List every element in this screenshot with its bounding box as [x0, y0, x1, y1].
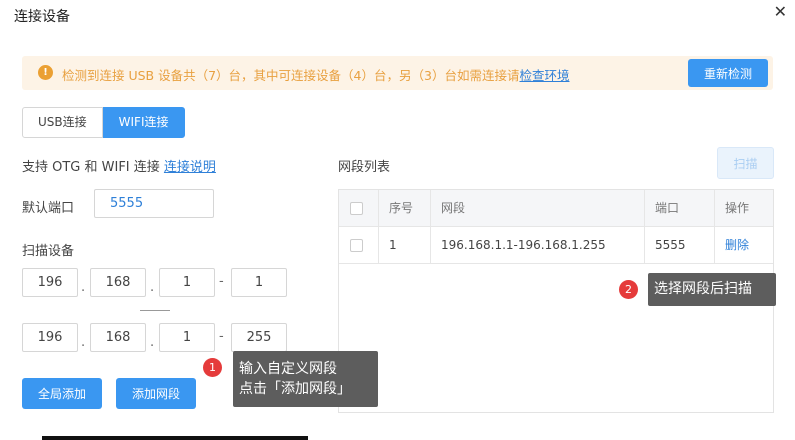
port-label: 默认端口 [22, 201, 75, 216]
row-checkbox[interactable] [350, 239, 363, 252]
tab-usb[interactable]: USB连接 [22, 107, 103, 138]
bottom-edge-bar [42, 436, 308, 440]
header-action: 操作 [725, 201, 750, 215]
header-segment: 网段 [441, 201, 466, 215]
column-divider [714, 190, 715, 264]
ip-dot: . [150, 335, 155, 350]
scan-device-label: 扫描设备 [22, 244, 75, 259]
range-divider [140, 310, 170, 311]
segment-list-title: 网段列表 [338, 160, 391, 175]
tab-wifi[interactable]: WIFI连接 [102, 107, 185, 138]
row-select-cell [339, 227, 379, 264]
table-header-row: 序号 网段 端口 操作 [339, 190, 773, 227]
tip-badge-2: 2 [619, 280, 638, 299]
end-ip-octet-1[interactable]: 196 [22, 323, 78, 352]
warning-banner: ! 检测到连接 USB 设备共（7）台，其中可连接设备（4）台，另（3）台如需连… [22, 56, 773, 90]
ip-dash: - [219, 274, 224, 289]
column-divider [430, 190, 431, 264]
tooltip-add-segment: 输入自定义网段 点击「添加网段」 [233, 351, 378, 407]
scan-button[interactable]: 扫描 [717, 147, 774, 179]
header-index: 序号 [389, 201, 414, 215]
start-ip-octet-3[interactable]: 1 [159, 268, 215, 297]
ip-dot: . [81, 335, 86, 350]
close-icon[interactable]: ✕ [774, 2, 787, 21]
row-port: 5555 [655, 238, 686, 252]
ip-dot: . [81, 280, 86, 295]
start-ip-octet-4[interactable]: 1 [231, 268, 287, 297]
end-ip-octet-2[interactable]: 168 [90, 323, 146, 352]
recheck-button[interactable]: 重新检测 [688, 59, 768, 87]
support-text: 支持 OTG 和 WIFI 连接 [22, 160, 164, 175]
row-index: 1 [389, 238, 397, 252]
select-all-cell [339, 190, 379, 227]
select-all-checkbox[interactable] [350, 202, 363, 215]
end-ip-octet-3[interactable]: 1 [159, 323, 215, 352]
support-line: 支持 OTG 和 WIFI 连接 连接说明 [22, 156, 216, 175]
connection-guide-link[interactable]: 连接说明 [164, 160, 216, 175]
tooltip-line-2: 点击「添加网段」 [239, 381, 351, 397]
add-segment-button[interactable]: 添加网段 [116, 378, 196, 409]
port-input[interactable]: 5555 [94, 189, 214, 218]
ip-dot: . [150, 280, 155, 295]
table-row: 1 196.168.1.1-196.168.1.255 5555 删除 [339, 227, 773, 264]
column-divider [378, 190, 379, 264]
warning-text: 检测到连接 USB 设备共（7）台，其中可连接设备（4）台，另（3）台如需连接请… [62, 65, 569, 84]
start-ip-octet-2[interactable]: 168 [90, 268, 146, 297]
column-divider [644, 190, 645, 264]
tooltip-line-1: 输入自定义网段 [239, 361, 337, 377]
check-environment-link[interactable]: 检查环境 [519, 68, 569, 83]
dialog-title: 连接设备 [14, 9, 70, 25]
end-ip-octet-4[interactable]: 255 [231, 323, 287, 352]
warning-message: 检测到连接 USB 设备共（7）台，其中可连接设备（4）台，另（3）台如需连接请 [62, 68, 520, 83]
warning-icon: ! [38, 65, 53, 80]
row-segment: 196.168.1.1-196.168.1.255 [441, 238, 606, 252]
tooltip-scan: 选择网段后扫描 [648, 273, 776, 306]
tip-badge-1: 1 [203, 358, 222, 377]
start-ip-octet-1[interactable]: 196 [22, 268, 78, 297]
add-all-button[interactable]: 全局添加 [22, 378, 102, 409]
delete-link[interactable]: 删除 [715, 227, 749, 264]
ip-dash: - [219, 329, 224, 344]
header-port: 端口 [655, 201, 680, 215]
connection-tabs: USB连接 WIFI连接 [22, 107, 185, 138]
